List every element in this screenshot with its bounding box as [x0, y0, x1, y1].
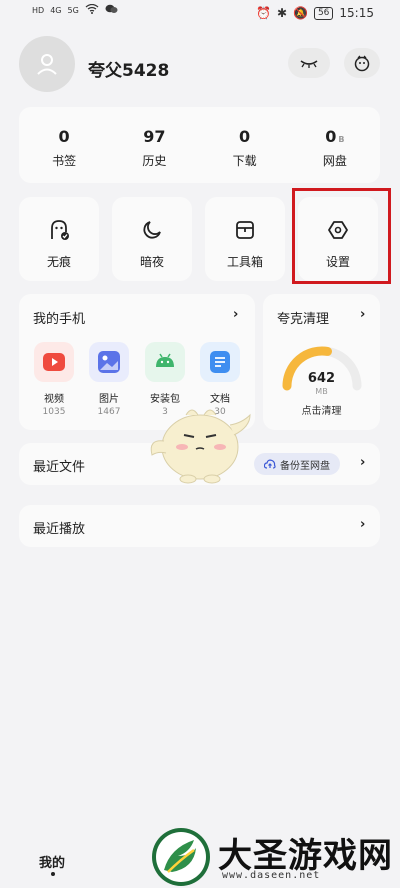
stat-downloads[interactable]: 0 下载: [200, 107, 290, 183]
incognito-icon: [51, 220, 69, 240]
cloud-upload-icon: [264, 459, 276, 469]
android-icon: [145, 342, 185, 382]
4g-signal-icon: 4G: [50, 5, 62, 15]
skin-button[interactable]: [344, 48, 380, 78]
mascot-face-icon: [354, 55, 370, 72]
app-count: 1035: [42, 407, 66, 417]
tool-night-mode[interactable]: 暗夜: [112, 197, 192, 281]
active-tab-indicator: [51, 872, 55, 876]
chevron-right-icon[interactable]: ›: [233, 307, 238, 322]
mascot-sticker[interactable]: [146, 395, 252, 489]
section-title: 我的手机: [33, 312, 86, 327]
stat-label: 网盘: [322, 154, 347, 168]
stat-label: 历史: [142, 154, 167, 168]
backup-to-cloud-button[interactable]: 备份至网盘: [254, 453, 340, 475]
eye-mode-button[interactable]: [288, 48, 330, 78]
app-name: 图片: [99, 394, 119, 405]
tool-incognito[interactable]: 无痕: [19, 197, 99, 281]
video-icon: [34, 342, 74, 382]
tool-label: 工具箱: [226, 255, 263, 269]
section-title: 最近播放: [33, 522, 86, 537]
stats-card: 0 书签 97 历史 0 下载 0B 网盘: [19, 107, 380, 183]
chevron-right-icon[interactable]: ›: [360, 517, 365, 532]
stat-bookmarks[interactable]: 0 书签: [19, 107, 109, 183]
toolbox-icon: [236, 221, 254, 239]
5g-signal-icon: 5G: [67, 5, 79, 15]
cleaner-card[interactable]: 夸克清理 › 642 MB 点击清理: [263, 294, 380, 430]
stat-label: 下载: [232, 154, 257, 168]
username[interactable]: 夸父5428: [88, 56, 169, 81]
tool-toolbox[interactable]: 工具箱: [205, 197, 285, 281]
battery-icon: 56: [313, 6, 334, 20]
tab-mine[interactable]: 我的: [39, 852, 65, 871]
watermark: 大圣游戏网 www.daseen.net: [150, 826, 400, 888]
image-icon: [89, 342, 129, 382]
gauge-unit: MB: [315, 387, 328, 396]
avatar[interactable]: [19, 36, 75, 92]
tool-label: 无痕: [46, 255, 71, 269]
document-icon: [200, 342, 240, 382]
clock: 15:15: [339, 6, 374, 20]
stat-value: 97: [143, 127, 166, 146]
section-title: 夸克清理: [277, 312, 330, 327]
signal-indicators: HD 4G 5G: [32, 3, 118, 16]
stat-number: 0: [325, 127, 337, 146]
stat-history[interactable]: 97 历史: [109, 107, 199, 183]
hd-signal-icon: HD: [32, 5, 45, 15]
closed-eye-icon: [300, 60, 318, 68]
bluetooth-icon: ✱: [276, 6, 287, 20]
stat-unit: B: [338, 135, 345, 144]
section-title: 最近文件: [33, 460, 86, 475]
tool-label: 暗夜: [139, 255, 164, 269]
chevron-right-icon[interactable]: ›: [360, 455, 365, 470]
stat-value: 0: [58, 127, 70, 146]
wechat-icon: [105, 4, 118, 16]
highlight-box: [292, 188, 391, 284]
app-images[interactable]: 图片 1467: [86, 342, 132, 417]
stat-value: 0: [239, 127, 251, 146]
moon-icon: [143, 221, 161, 239]
stat-label: 书签: [52, 154, 77, 168]
gauge-value: 642: [307, 371, 336, 386]
watermark-logo-icon: [152, 828, 210, 886]
wifi-icon: [85, 3, 99, 16]
recent-play-row[interactable]: 最近播放 ›: [19, 505, 380, 547]
user-icon: [37, 54, 57, 75]
alarm-icon: ⏰: [255, 6, 271, 20]
clean-action[interactable]: 点击清理: [263, 402, 380, 417]
mute-icon: 🔕: [293, 6, 308, 20]
chevron-right-icon[interactable]: ›: [360, 307, 365, 322]
backup-label: 备份至网盘: [280, 460, 330, 472]
status-bar: HD 4G 5G ⏰ ✱ 🔕 56 15:15: [0, 0, 400, 26]
stat-cloud-drive[interactable]: 0B 网盘: [290, 107, 380, 183]
watermark-url: www.daseen.net: [222, 870, 321, 881]
app-name: 视频: [44, 394, 64, 405]
app-video[interactable]: 视频 1035: [31, 342, 77, 417]
app-count: 1467: [97, 407, 121, 417]
status-icons: ⏰ ✱ 🔕 56 15:15: [256, 6, 374, 20]
stat-value: 0B: [290, 127, 380, 146]
